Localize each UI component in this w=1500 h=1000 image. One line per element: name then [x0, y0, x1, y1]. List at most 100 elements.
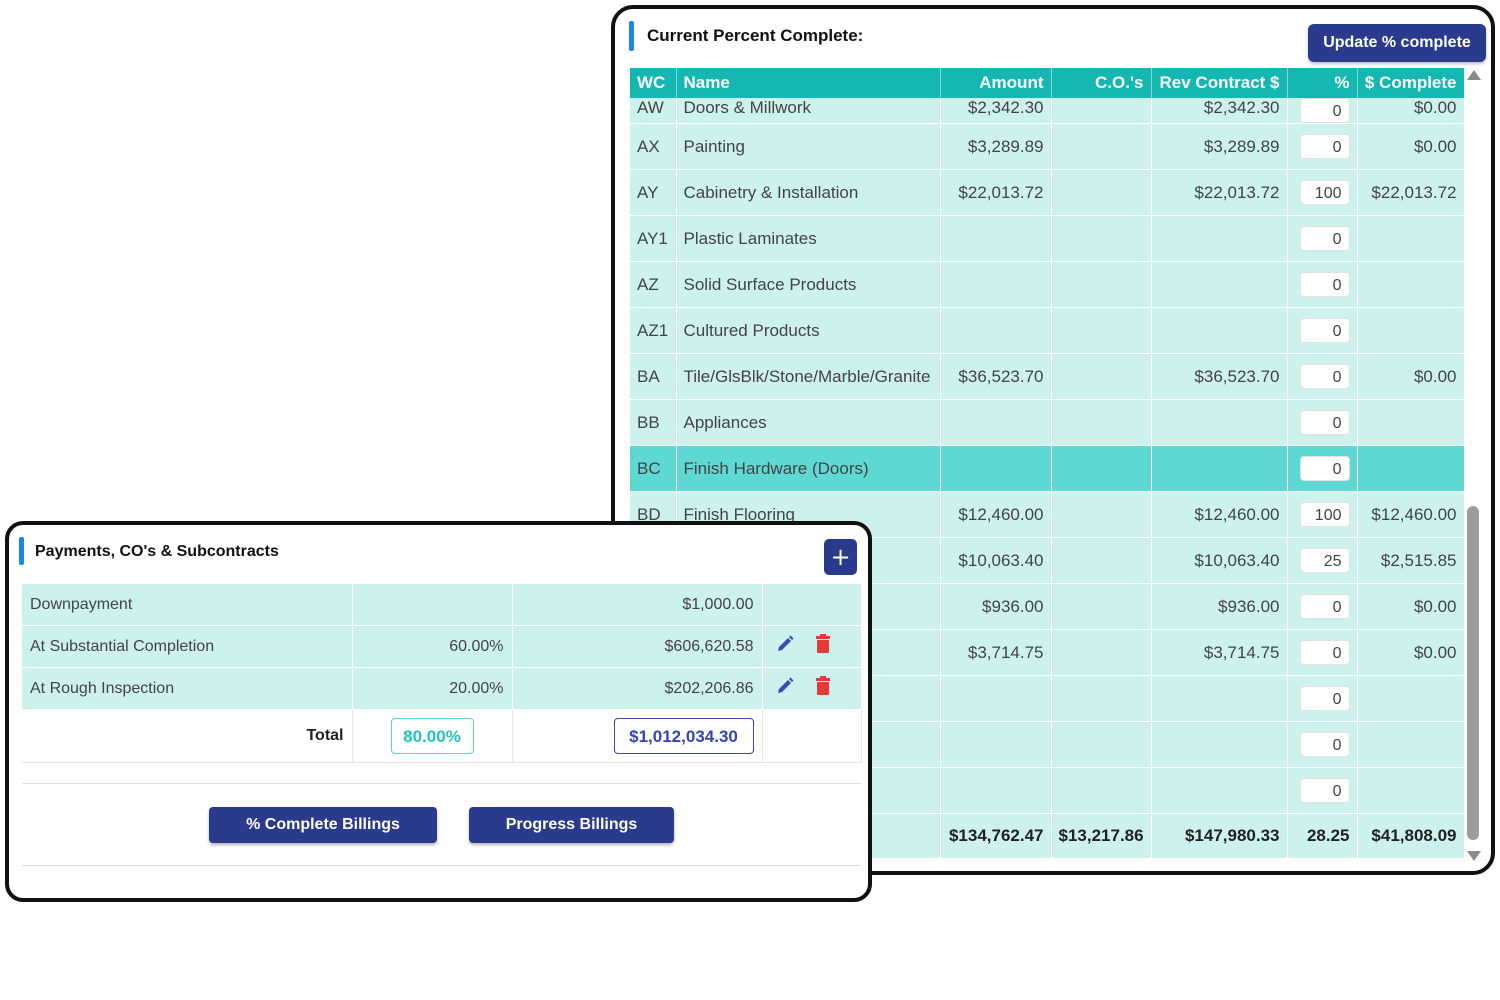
trash-icon[interactable] [815, 676, 831, 701]
table-row[interactable]: AZ Solid Surface Products 0 [630, 261, 1464, 308]
cell-cos [1051, 721, 1152, 768]
payments-panel: Payments, CO's & Subcontracts + Downpaym… [5, 521, 872, 902]
cell-amount [940, 307, 1052, 354]
scroll-up-arrow-icon[interactable] [1467, 70, 1481, 80]
total-amount-cell: $1,012,034.30 [512, 709, 763, 763]
cell-rev-contract [1151, 215, 1288, 262]
column-header-wc[interactable]: WC [630, 68, 677, 98]
cell-cos [1051, 537, 1152, 584]
cell-dollar-complete: $0.00 [1357, 98, 1464, 124]
cell-amount: $22,013.72 [940, 169, 1052, 216]
table-row[interactable]: AZ1 Cultured Products 0 [630, 307, 1464, 354]
percent-input[interactable]: 0 [1299, 272, 1350, 297]
percent-input[interactable]: 0 [1299, 686, 1350, 711]
percent-input[interactable]: 0 [1299, 778, 1350, 803]
title-accent-bar [629, 21, 634, 51]
cell-cos [1051, 307, 1152, 354]
cell-rev-contract: $22,013.72 [1151, 169, 1288, 216]
cell-rev-contract [1151, 399, 1288, 446]
cell-wc: AZ [630, 261, 677, 308]
percent-input[interactable]: 0 [1299, 226, 1350, 251]
percent-input[interactable]: 0 [1299, 594, 1350, 619]
percent-complete-billings-button[interactable]: % Complete Billings [209, 807, 437, 843]
column-header-amount[interactable]: Amount [940, 68, 1052, 98]
cell-name: Tile/GlsBlk/Stone/Marble/Granite [676, 353, 941, 400]
table-row[interactable]: BC Finish Hardware (Doors) 0 [630, 445, 1464, 492]
cell-rev-contract [1151, 721, 1288, 768]
percent-input[interactable]: 0 [1299, 410, 1350, 435]
cell-dollar-complete [1357, 675, 1464, 722]
cell-rev-contract [1151, 261, 1288, 308]
progress-billings-button[interactable]: Progress Billings [469, 807, 674, 843]
scroll-down-arrow-icon[interactable] [1467, 851, 1481, 861]
percent-input[interactable]: 0 [1299, 98, 1350, 123]
percent-input[interactable]: 0 [1299, 640, 1350, 665]
cell-percent: 0 [1287, 98, 1358, 124]
cell-percent: 0 [1287, 261, 1358, 308]
column-header-name[interactable]: Name [676, 68, 941, 98]
cell-dollar-complete: $12,460.00 [1357, 491, 1464, 538]
table-row[interactable]: AW Doors & Millwork $2,342.30 $2,342.30 0 $0.… [630, 98, 1464, 124]
cell-percent: 0 [1287, 307, 1358, 354]
percent-input[interactable]: 0 [1299, 456, 1350, 481]
table-scrollbar[interactable] [1464, 68, 1484, 863]
column-header-percent[interactable]: % [1287, 68, 1358, 98]
cell-name: Painting [676, 123, 941, 170]
table-row[interactable]: AY Cabinetry & Installation $22,013.72 $22,… [630, 169, 1464, 216]
cell-percent: 0 [1287, 353, 1358, 400]
cell-wc: AY1 [630, 215, 677, 262]
cell-cos [1051, 261, 1152, 308]
cell-cos [1051, 353, 1152, 400]
cell-percent: 25 [1287, 537, 1358, 584]
payment-actions [762, 625, 862, 668]
table-row[interactable]: AX Painting $3,289.89 $3,289.89 0 $0.00 [630, 123, 1464, 170]
divider [22, 865, 861, 866]
cell-cos [1051, 767, 1152, 814]
cell-amount [940, 445, 1052, 492]
percent-input[interactable]: 0 [1299, 134, 1350, 159]
cell-wc: AX [630, 123, 677, 170]
percent-input[interactable]: 100 [1299, 502, 1350, 527]
percent-input[interactable]: 25 [1299, 548, 1350, 573]
cell-rev-contract: $2,342.30 [1151, 98, 1288, 124]
cell-name: Cabinetry & Installation [676, 169, 941, 216]
cell-percent: 0 [1287, 767, 1358, 814]
cell-rev-contract: $3,714.75 [1151, 629, 1288, 676]
column-header-dollar-complete[interactable]: $ Complete [1357, 68, 1464, 98]
trash-icon[interactable] [815, 634, 831, 659]
payment-amount: $1,000.00 [512, 583, 763, 626]
cell-dollar-complete [1357, 767, 1464, 814]
scrollbar-thumb[interactable] [1467, 506, 1479, 840]
add-payment-button[interactable]: + [824, 539, 857, 575]
column-header-cos[interactable]: C.O.'s [1051, 68, 1152, 98]
cell-rev-contract [1151, 767, 1288, 814]
cell-cos [1051, 123, 1152, 170]
pencil-icon[interactable] [775, 634, 795, 659]
total-dollar-complete: $41,808.09 [1357, 813, 1464, 858]
cell-name: Plastic Laminates [676, 215, 941, 262]
payment-label: At Rough Inspection [22, 667, 353, 710]
table-row[interactable]: BA Tile/GlsBlk/Stone/Marble/Granite $36,52… [630, 353, 1464, 400]
payment-row: At Substantial Completion 60.00% $606,62… [22, 625, 862, 668]
pencil-icon[interactable] [775, 676, 795, 701]
table-row[interactable]: BB Appliances 0 [630, 399, 1464, 446]
payment-row: At Rough Inspection 20.00% $202,206.86 [22, 667, 862, 710]
payment-amount: $606,620.58 [512, 625, 763, 668]
table-row[interactable]: AY1 Plastic Laminates 0 [630, 215, 1464, 262]
cell-amount [940, 721, 1052, 768]
cell-cos [1051, 675, 1152, 722]
payment-percent: 20.00% [352, 667, 513, 710]
column-header-rev-contract[interactable]: Rev Contract $ [1151, 68, 1288, 98]
cell-wc: BB [630, 399, 677, 446]
percent-input[interactable]: 0 [1299, 732, 1350, 757]
cell-dollar-complete: $0.00 [1357, 583, 1464, 630]
percent-input[interactable]: 100 [1299, 180, 1350, 205]
percent-input[interactable]: 0 [1299, 318, 1350, 343]
update-percent-complete-button[interactable]: Update % complete [1308, 24, 1486, 62]
cell-cos [1051, 399, 1152, 446]
payment-percent [352, 583, 513, 626]
percent-input[interactable]: 0 [1299, 364, 1350, 389]
cell-amount [940, 215, 1052, 262]
cell-percent: 0 [1287, 445, 1358, 492]
cell-cos [1051, 98, 1152, 124]
